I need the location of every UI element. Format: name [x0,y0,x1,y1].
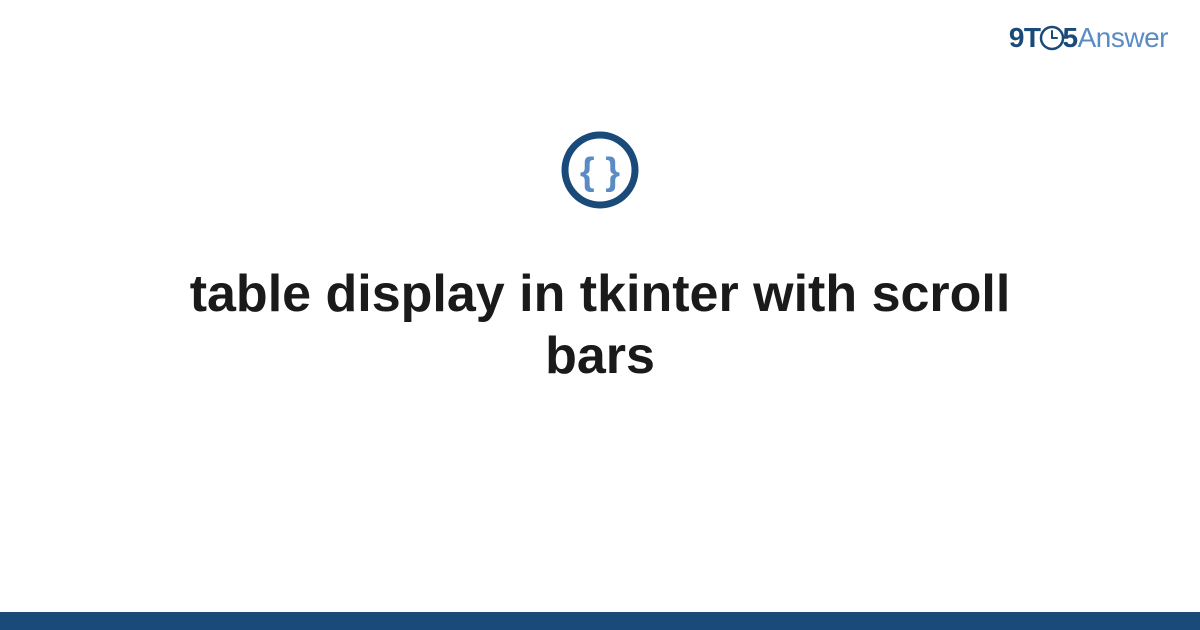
logo-text-5: 5 [1063,22,1078,53]
logo-clock-icon [1039,25,1065,51]
page-title: table display in tkinter with scroll bar… [100,263,1100,388]
logo-text-9t: 9T [1009,22,1041,53]
site-logo[interactable]: 9T 5Answer [1009,22,1168,54]
main-content: { } table display in tkinter with scroll… [0,130,1200,388]
code-braces-icon: { } [560,130,640,215]
logo-text-answer: Answer [1078,22,1168,53]
svg-text:{ }: { } [580,151,620,193]
footer-bar [0,612,1200,630]
